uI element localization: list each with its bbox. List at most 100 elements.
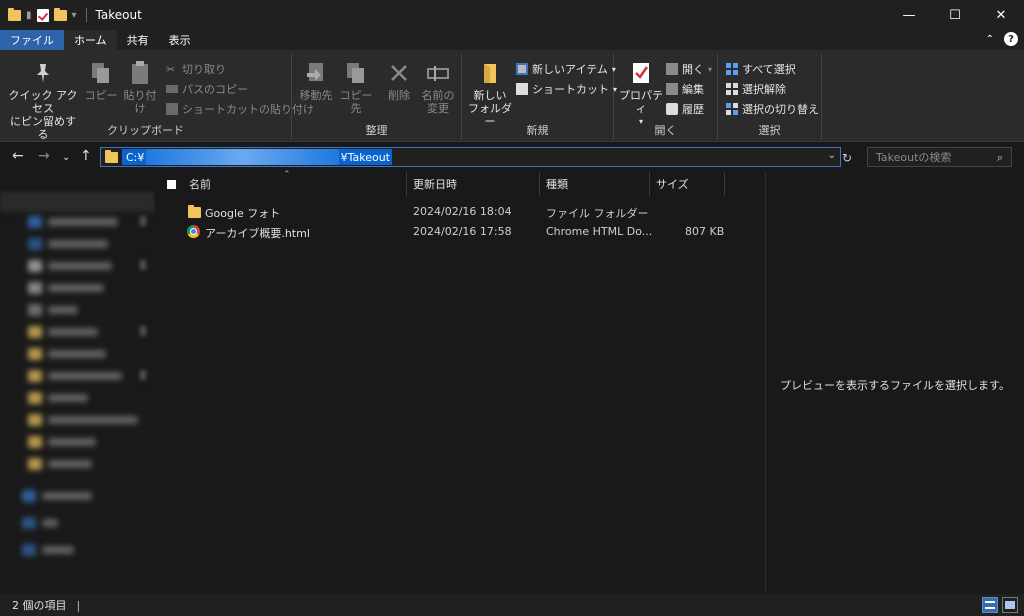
ribbon: クイック アクセス にピン留めする コピー 貼り付け ✂ 切り取り パスのコピー…	[0, 50, 1024, 142]
column-modified[interactable]: 更新日時	[407, 172, 540, 196]
tab-view[interactable]: 表示	[159, 30, 201, 50]
copy-icon	[88, 60, 114, 86]
nav-item[interactable]	[28, 348, 106, 360]
properties-button[interactable]: プロパティ ▾	[618, 60, 664, 128]
new-item-button[interactable]: 新しいアイテム ▾	[516, 60, 616, 78]
nav-item[interactable]	[28, 282, 104, 294]
chevron-down-icon[interactable]: ⌄	[828, 150, 836, 161]
file-name[interactable]: Google フォト	[205, 205, 280, 221]
expand-arrow[interactable]	[140, 370, 146, 380]
file-row-archive-summary[interactable]: アーカイブ概要.html 2024/02/16 17:58 Chrome HTM…	[155, 222, 765, 242]
expand-arrow[interactable]	[140, 216, 146, 226]
select-group-label: 選択	[758, 124, 781, 137]
column-type[interactable]: 種類	[540, 172, 650, 196]
nav-item[interactable]	[28, 458, 92, 470]
nav-item[interactable]	[28, 304, 78, 316]
invert-selection-button[interactable]: 選択の切り替え	[726, 100, 819, 118]
move-to-button[interactable]: 移動先	[296, 60, 336, 102]
rename-icon	[425, 60, 451, 86]
maximize-button[interactable]: ☐	[932, 0, 978, 30]
nav-item[interactable]	[28, 260, 112, 272]
pin-icon[interactable]: ▮	[26, 10, 32, 21]
minimize-button[interactable]: —	[886, 0, 932, 30]
open-icon	[666, 63, 678, 75]
nav-item[interactable]	[22, 544, 74, 556]
expand-arrow[interactable]	[140, 260, 146, 270]
new-folder-button[interactable]: 新しい フォルダー	[468, 60, 512, 128]
close-button[interactable]: ✕	[978, 0, 1024, 30]
file-row-google-photos[interactable]: Google フォト 2024/02/16 18:04 ファイル フォルダー	[155, 202, 765, 222]
tab-home[interactable]: ホーム	[64, 30, 117, 50]
search-icon: ⌕	[996, 151, 1003, 164]
select-group: すべて選択 選択解除 選択の切り替え 選択	[718, 54, 822, 140]
nav-item[interactable]	[22, 517, 58, 529]
nav-item[interactable]	[28, 326, 98, 338]
file-modified: 2024/02/16 17:58	[413, 225, 512, 238]
column-size[interactable]: サイズ	[650, 172, 725, 196]
nav-item[interactable]	[28, 238, 108, 250]
preview-message: プレビューを表示するファイルを選択します。	[780, 379, 1010, 392]
expand-arrow[interactable]	[140, 326, 146, 336]
file-modified: 2024/02/16 18:04	[413, 205, 512, 218]
address-bar[interactable]: C:¥ ¥Takeout ⌄	[100, 147, 841, 167]
select-all-checkbox[interactable]	[167, 180, 176, 189]
back-arrow-icon[interactable]: ←	[12, 149, 24, 163]
file-size: 807 KB	[685, 225, 725, 238]
copy-to-button[interactable]: コピー先	[336, 60, 376, 115]
rename-button[interactable]: 名前の 変更	[418, 60, 458, 115]
recent-locations-icon[interactable]: ⌄	[62, 151, 70, 165]
edit-button[interactable]: 編集	[666, 80, 704, 98]
properties-icon	[628, 60, 654, 86]
column-name[interactable]: 名前	[183, 172, 407, 196]
nav-item[interactable]	[28, 392, 88, 404]
new-folder-icon	[477, 60, 503, 86]
paste-button[interactable]: 貼り付け	[120, 60, 160, 115]
status-divider: |	[76, 598, 81, 612]
address-row: ← → ⌄ ↑ C:¥ ¥Takeout ⌄ ↻ Takeoutの検索 ⌕	[0, 142, 1024, 172]
tab-share[interactable]: 共有	[117, 30, 159, 50]
shortcut-button[interactable]: ショートカット ▾	[516, 80, 617, 98]
chevron-down-icon: ▾	[708, 64, 713, 74]
tab-file[interactable]: ファイル	[0, 30, 64, 50]
up-arrow-icon[interactable]: ↑	[80, 149, 92, 163]
nav-item[interactable]	[22, 490, 92, 502]
help-icon[interactable]: ?	[1004, 32, 1018, 46]
open-button[interactable]: 開く ▾	[666, 60, 712, 78]
nav-item[interactable]	[28, 216, 118, 228]
delete-button[interactable]: 削除	[382, 60, 416, 102]
file-name[interactable]: アーカイブ概要.html	[205, 225, 310, 241]
select-all-button[interactable]: すべて選択	[726, 60, 796, 78]
customize-toolbar-icon[interactable]: ▾	[72, 10, 77, 21]
new-folder-icon[interactable]	[53, 7, 67, 21]
copy-button[interactable]: コピー	[84, 60, 118, 102]
details-view-button[interactable]	[982, 597, 998, 613]
cut-button[interactable]: ✂ 切り取り	[166, 60, 226, 78]
nav-item[interactable]	[28, 370, 122, 382]
window-controls: — ☐ ✕	[886, 0, 1024, 30]
new-group-label: 新規	[526, 124, 549, 137]
nav-item[interactable]	[28, 436, 96, 448]
history-button[interactable]: 履歴	[666, 100, 704, 118]
edit-icon	[666, 83, 678, 95]
history-icon	[666, 103, 678, 115]
folder-icon	[8, 7, 21, 21]
refresh-icon[interactable]: ↻	[842, 151, 852, 165]
organize-group-label: 整理	[365, 124, 388, 137]
invert-selection-icon	[726, 103, 738, 115]
item-count: 2 個の項目	[12, 599, 67, 612]
folder-icon	[188, 205, 201, 221]
details-view-icon	[985, 601, 995, 609]
large-icons-view-button[interactable]	[1002, 597, 1018, 613]
select-none-icon	[726, 83, 738, 95]
forward-arrow-icon[interactable]: →	[38, 149, 50, 163]
address-path[interactable]: C:¥ ¥Takeout	[122, 149, 392, 165]
collapse-ribbon-icon[interactable]: ⌃	[986, 34, 994, 45]
open-group: プロパティ ▾ 開く ▾ 編集 履歴 開く	[614, 54, 718, 140]
navigation-pane[interactable]	[0, 172, 155, 594]
copy-path-button[interactable]: パスのコピー	[166, 80, 248, 98]
select-none-button[interactable]: 選択解除	[726, 80, 786, 98]
search-input[interactable]: Takeoutの検索 ⌕	[867, 147, 1012, 167]
properties-icon[interactable]	[36, 8, 49, 22]
nav-item[interactable]	[28, 414, 138, 426]
scissors-icon: ✂	[166, 63, 176, 76]
